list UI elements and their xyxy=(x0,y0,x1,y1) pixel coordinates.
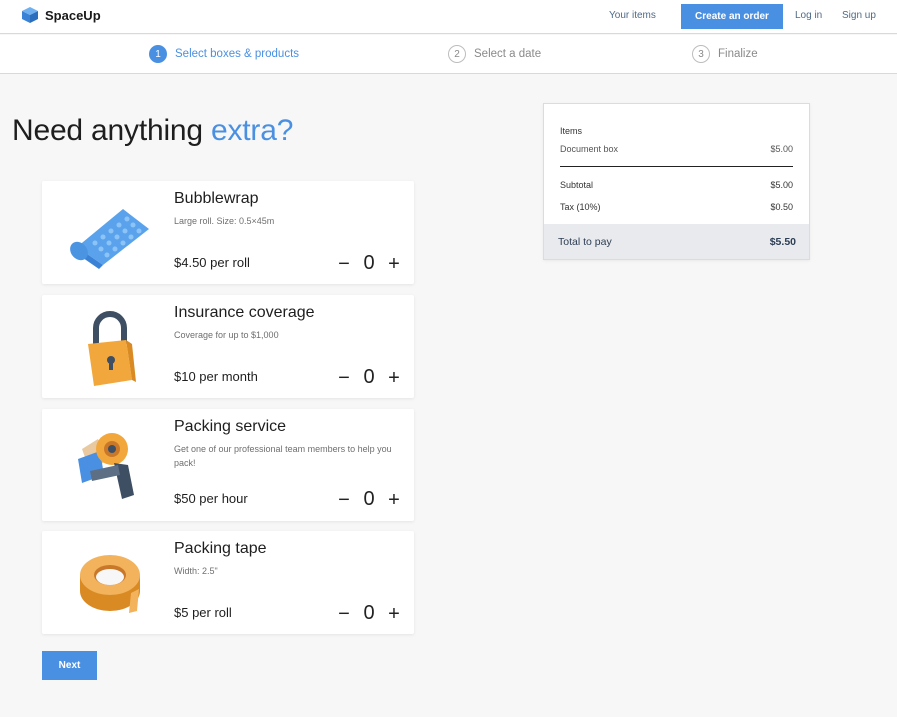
summary-subtotal: Subtotal $5.00 xyxy=(560,180,793,190)
summary-total: Total to pay $5.50 xyxy=(544,224,809,259)
top-navbar: SpaceUp Your items Create an order Log i… xyxy=(0,0,897,34)
summary-items-label: Items xyxy=(560,126,583,136)
step-number: 2 xyxy=(448,45,466,63)
product-title: Insurance coverage xyxy=(174,304,315,321)
step-label: Finalize xyxy=(718,48,758,60)
product-description: Get one of our professional team members… xyxy=(174,444,392,468)
increase-quantity-button[interactable]: + xyxy=(384,254,404,274)
decrease-quantity-button[interactable]: − xyxy=(334,254,354,274)
product-description: Width: 2.5" xyxy=(174,566,218,576)
step-select-products[interactable]: 1 Select boxes & products xyxy=(149,45,299,63)
line-item-label: Document box xyxy=(560,144,619,154)
nav-login[interactable]: Log in xyxy=(795,10,822,21)
tape-roll-icon xyxy=(62,541,157,626)
decrease-quantity-button[interactable]: − xyxy=(334,368,354,388)
product-price: $10 per month xyxy=(174,369,258,384)
increase-quantity-button[interactable]: + xyxy=(384,368,404,388)
product-card-bubblewrap: Bubblewrap Large roll. Size: 0.5×45m $4.… xyxy=(42,181,414,284)
step-number: 1 xyxy=(149,45,167,63)
product-title: Packing tape xyxy=(174,540,267,557)
quantity-stepper: − 0 + xyxy=(334,602,404,625)
page-title: Need anything extra? xyxy=(12,114,293,148)
create-order-button[interactable]: Create an order xyxy=(681,4,783,29)
tax-label: Tax (10%) xyxy=(560,202,601,212)
step-number: 3 xyxy=(692,45,710,63)
tape-dispenser-icon xyxy=(62,419,157,504)
progress-steps: 1 Select boxes & products 2 Select a dat… xyxy=(0,35,897,74)
decrease-quantity-button[interactable]: − xyxy=(334,604,354,624)
nav-your-items[interactable]: Your items xyxy=(609,10,656,21)
product-price: $4.50 per roll xyxy=(174,255,250,270)
total-amount: $5.50 xyxy=(769,235,796,248)
product-title: Packing service xyxy=(174,418,287,435)
quantity-stepper: − 0 + xyxy=(334,252,404,275)
decrease-quantity-button[interactable]: − xyxy=(334,490,354,510)
summary-divider xyxy=(560,166,793,167)
quantity-value: 0 xyxy=(363,488,375,510)
quantity-stepper: − 0 + xyxy=(334,366,404,389)
brand-logo[interactable]: SpaceUp xyxy=(21,6,101,24)
step-finalize[interactable]: 3 Finalize xyxy=(692,45,758,63)
cube-logo-icon xyxy=(22,7,38,23)
product-description: Coverage for up to $1,000 xyxy=(174,330,279,340)
summary-line-item: Document box $5.00 xyxy=(560,144,793,154)
quantity-value: 0 xyxy=(363,602,375,624)
summary-tax: Tax (10%) $0.50 xyxy=(560,202,793,212)
tax-amount: $0.50 xyxy=(770,202,793,212)
order-summary: Items Document box $5.00 Subtotal $5.00 … xyxy=(543,103,810,260)
padlock-icon xyxy=(62,305,157,390)
product-card-packing-service: Packing service Get one of our professio… xyxy=(42,409,414,521)
product-price: $5 per roll xyxy=(174,605,232,620)
quantity-stepper: − 0 + xyxy=(334,488,404,511)
subtotal-amount: $5.00 xyxy=(770,180,793,190)
product-title: Bubblewrap xyxy=(174,190,259,207)
product-card-packing-tape: Packing tape Width: 2.5" $5 per roll − 0… xyxy=(42,531,414,634)
line-item-amount: $5.00 xyxy=(770,144,793,154)
product-price: $50 per hour xyxy=(174,491,248,506)
nav-signup[interactable]: Sign up xyxy=(842,10,876,21)
increase-quantity-button[interactable]: + xyxy=(384,490,404,510)
total-label: Total to pay xyxy=(558,235,612,248)
step-label: Select a date xyxy=(474,48,542,60)
summary-items-header: Items xyxy=(560,126,793,136)
step-select-date[interactable]: 2 Select a date xyxy=(448,45,541,63)
page-title-accent: extra? xyxy=(211,114,294,147)
step-label: Select boxes & products xyxy=(175,48,300,60)
brand-name: SpaceUp xyxy=(45,7,101,23)
quantity-value: 0 xyxy=(363,252,375,274)
product-description: Large roll. Size: 0.5×45m xyxy=(174,216,275,226)
product-card-insurance: Insurance coverage Coverage for up to $1… xyxy=(42,295,414,398)
increase-quantity-button[interactable]: + xyxy=(384,604,404,624)
page-title-prefix: Need anything xyxy=(12,114,212,147)
next-button[interactable]: Next xyxy=(42,651,97,680)
bubblewrap-icon xyxy=(62,191,157,276)
subtotal-label: Subtotal xyxy=(560,180,594,190)
quantity-value: 0 xyxy=(363,366,375,388)
